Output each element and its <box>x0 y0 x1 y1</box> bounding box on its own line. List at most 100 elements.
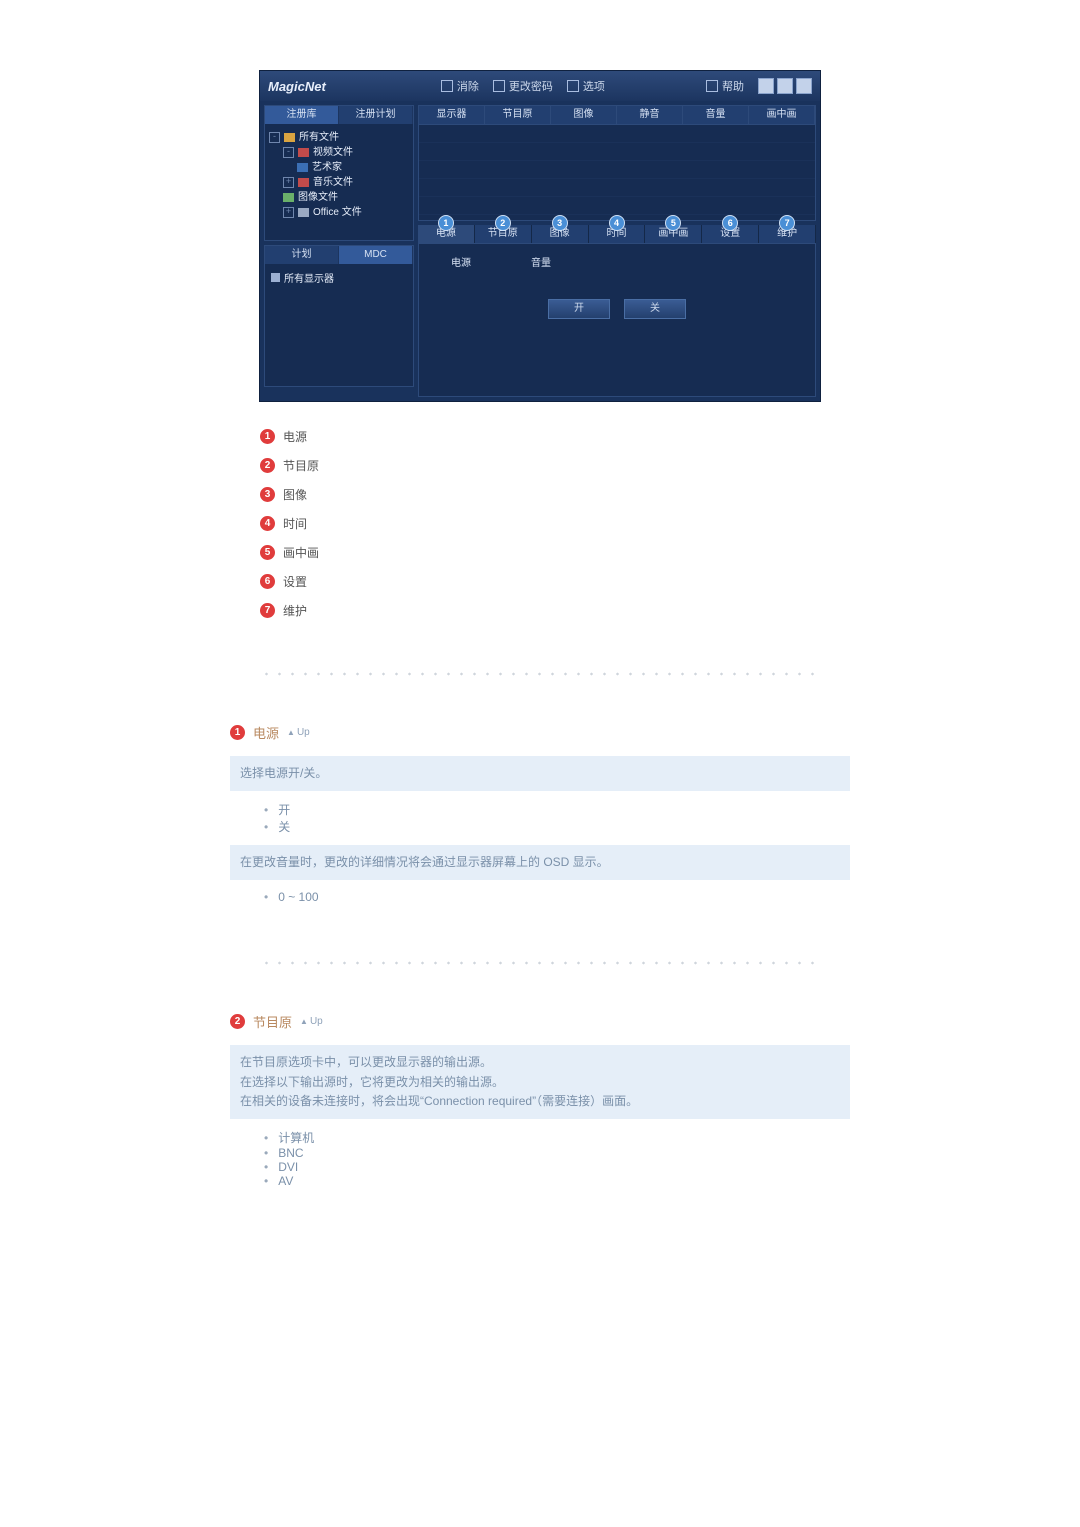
col-pip[interactable]: 画中画 <box>749 106 815 124</box>
tree-item[interactable]: 图像文件 <box>269 190 409 205</box>
artist-icon <box>297 163 308 172</box>
badge-7: 7 <box>779 215 795 231</box>
checkbox-icon <box>441 80 453 92</box>
collapse-icon[interactable]: - <box>283 147 294 158</box>
info-box: 在节目原选项卡中，可以更改显示器的输出源。 在选择以下输出源时，它将更改为相关的… <box>230 1045 850 1119</box>
list-item: AV <box>264 1174 840 1188</box>
off-button[interactable]: 关 <box>624 299 686 319</box>
tab-maintain[interactable]: 7维护 <box>759 225 816 243</box>
collapse-icon[interactable]: - <box>269 132 280 143</box>
list-item: BNC <box>264 1146 840 1160</box>
expand-icon[interactable]: + <box>283 207 294 218</box>
legend-item: 2节目原 <box>260 451 820 480</box>
grid-body <box>419 124 815 220</box>
list-item: 关 <box>264 818 840 835</box>
image-icon <box>283 193 294 202</box>
label-power: 电源 <box>451 254 471 269</box>
file-tree: -所有文件 -视频文件 艺术家 +音乐文件 图像文件 +Office 文件 <box>265 124 413 240</box>
legend-list: 1电源 2节目原 3图像 4时间 5画中画 6设置 7维护 <box>260 422 820 625</box>
badge-3: 3 <box>552 215 568 231</box>
tb-change-password[interactable]: 更改密码 <box>493 78 553 94</box>
tb-options[interactable]: 选项 <box>567 78 605 94</box>
window-controls <box>758 78 812 94</box>
up-link[interactable]: Up <box>287 727 310 738</box>
tab-image[interactable]: 3图像 <box>532 225 589 243</box>
num-2-icon: 2 <box>230 1014 245 1029</box>
tree-item[interactable]: +音乐文件 <box>269 175 409 190</box>
tb-clear[interactable]: 消除 <box>441 78 479 94</box>
bullet-list: 计算机 BNC DVI AV <box>230 1119 850 1198</box>
label-volume: 音量 <box>531 254 551 269</box>
num-2-icon: 2 <box>260 458 275 473</box>
tab-source[interactable]: 2节目原 <box>475 225 532 243</box>
library-panel: 注册库 注册计划 -所有文件 -视频文件 艺术家 +音乐文件 图像文件 +Off… <box>264 105 414 241</box>
tree-root[interactable]: -所有文件 <box>269 130 409 145</box>
list-item: 计算机 <box>264 1129 840 1146</box>
checkbox-icon[interactable] <box>271 273 280 282</box>
badge-4: 4 <box>609 215 625 231</box>
badge-2: 2 <box>495 215 511 231</box>
tab-settings[interactable]: 6设置 <box>702 225 759 243</box>
section-source: 2 节目原 Up 在节目原选项卡中，可以更改显示器的输出源。 在选择以下输出源时… <box>230 1012 850 1198</box>
num-1-icon: 1 <box>230 725 245 740</box>
num-6-icon: 6 <box>260 574 275 589</box>
tab-schedule[interactable]: 注册计划 <box>339 106 413 124</box>
tab-power[interactable]: 1电源 <box>418 225 475 243</box>
checkbox-icon <box>493 80 505 92</box>
list-item: DVI <box>264 1160 840 1174</box>
section-title: 电源 <box>253 723 279 742</box>
list-item: 0 ~ 100 <box>264 890 840 904</box>
tree-item[interactable]: 艺术家 <box>269 160 409 175</box>
expand-icon[interactable]: + <box>283 177 294 188</box>
badge-6: 6 <box>722 215 738 231</box>
col-monitor[interactable]: 显示器 <box>419 106 485 124</box>
video-icon <box>298 148 309 157</box>
settings-tabs: 1电源 2节目原 3图像 4时间 5画中画 6设置 7维护 <box>418 225 816 243</box>
num-5-icon: 5 <box>260 545 275 560</box>
tb-help[interactable]: 帮助 <box>706 78 744 94</box>
on-button[interactable]: 开 <box>548 299 610 319</box>
divider <box>260 671 820 677</box>
bullet-list: 开 关 <box>230 791 850 845</box>
app-screenshot: MagicNet 消除 更改密码 选项 帮助 注册库 注册计划 <box>259 70 821 402</box>
legend-item: 4时间 <box>260 509 820 538</box>
bullet-list: 0 ~ 100 <box>230 880 850 914</box>
num-3-icon: 3 <box>260 487 275 502</box>
tab-time[interactable]: 4时间 <box>589 225 646 243</box>
grid-header: 显示器 节目原 图像 静音 音量 画中画 <box>419 106 815 124</box>
list-item: 开 <box>264 801 840 818</box>
tab-plan[interactable]: 计划 <box>265 246 339 264</box>
info-box: 选择电源开/关。 <box>230 756 850 791</box>
detail-panel: 电源 音量 开 关 <box>418 243 816 397</box>
num-4-icon: 4 <box>260 516 275 531</box>
tab-mdc[interactable]: MDC <box>339 246 413 264</box>
num-1-icon: 1 <box>260 429 275 444</box>
badge-1: 1 <box>438 215 454 231</box>
section-title: 节目原 <box>253 1012 292 1031</box>
tree-item[interactable]: -视频文件 <box>269 145 409 160</box>
col-volume[interactable]: 音量 <box>683 106 749 124</box>
minimize-icon[interactable] <box>758 78 774 94</box>
col-source[interactable]: 节目原 <box>485 106 551 124</box>
app-logo: MagicNet <box>268 79 326 94</box>
monitor-grid: 显示器 节目原 图像 静音 音量 画中画 <box>418 105 816 221</box>
legend-item: 1电源 <box>260 422 820 451</box>
legend-item: 3图像 <box>260 480 820 509</box>
plan-panel: 计划 MDC 所有显示器 <box>264 245 414 387</box>
col-image[interactable]: 图像 <box>551 106 617 124</box>
info-box: 在更改音量时，更改的详细情况将会通过显示器屏幕上的 OSD 显示。 <box>230 845 850 880</box>
close-icon[interactable] <box>796 78 812 94</box>
checkbox-icon <box>706 80 718 92</box>
col-mute[interactable]: 静音 <box>617 106 683 124</box>
maximize-icon[interactable] <box>777 78 793 94</box>
up-link[interactable]: Up <box>300 1016 323 1027</box>
badge-5: 5 <box>665 215 681 231</box>
list-item[interactable]: 所有显示器 <box>271 270 407 285</box>
office-icon <box>298 208 309 217</box>
tab-pip[interactable]: 5画中画 <box>645 225 702 243</box>
tab-library[interactable]: 注册库 <box>265 106 339 124</box>
music-icon <box>298 178 309 187</box>
folder-icon <box>284 133 295 142</box>
section-power: 1 电源 Up 选择电源开/关。 开 关 在更改音量时，更改的详细情况将会通过显… <box>230 723 850 914</box>
tree-item[interactable]: +Office 文件 <box>269 205 409 220</box>
